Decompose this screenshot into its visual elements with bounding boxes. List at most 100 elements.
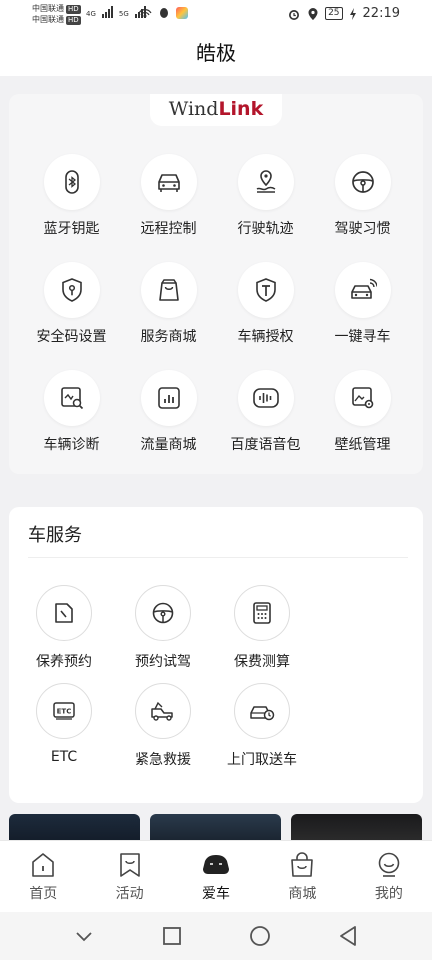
hd-badge: HD xyxy=(66,5,81,14)
service-label: 紧急救援 xyxy=(135,752,191,768)
tab-profile[interactable]: 我的 xyxy=(346,841,432,912)
feature-data-mall[interactable]: 流量商城 xyxy=(120,370,217,454)
nav-home-button[interactable] xyxy=(244,920,276,952)
feature-security-code[interactable]: 安全码设置 xyxy=(23,262,120,346)
authorization-shield-icon xyxy=(237,262,294,318)
wallpaper-settings-icon xyxy=(334,370,391,426)
windlink-logo: WindLink xyxy=(150,94,282,126)
network-type: 5G xyxy=(118,10,129,18)
feature-card: WindLink 蓝牙钥匙 远程控制 行驶轨迹 驾驶习惯 安全码设置 服务商城 … xyxy=(9,94,423,474)
signal-icon xyxy=(101,6,113,18)
nav-back-button[interactable] xyxy=(332,920,364,952)
network-type: 4G xyxy=(86,10,96,18)
feature-label: 车辆诊断 xyxy=(43,437,100,453)
system-navigation-bar xyxy=(0,912,432,960)
hotspot-icon xyxy=(138,9,152,18)
feature-label: 百度语音包 xyxy=(230,437,301,453)
car-pickup-icon xyxy=(234,683,290,739)
carrier-info: 中国联通 HD 中国联通 HD xyxy=(32,3,81,25)
service-label: 上门取送车 xyxy=(227,752,297,768)
data-chart-icon xyxy=(140,370,197,426)
clock: 22:19 xyxy=(362,6,400,21)
divider xyxy=(28,557,408,558)
square-icon xyxy=(163,927,181,945)
feature-driving-track[interactable]: 行驶轨迹 xyxy=(217,154,314,238)
chevron-down-icon xyxy=(76,932,92,942)
shopping-bag-icon xyxy=(140,262,197,318)
service-label: 保费测算 xyxy=(234,654,290,670)
feature-vehicle-diagnosis[interactable]: 车辆诊断 xyxy=(23,370,120,454)
nav-collapse-button[interactable] xyxy=(68,920,100,952)
status-bar: 中国联通 HD 中国联通 HD 4G 5G 25 22:19 xyxy=(0,0,432,30)
tab-home[interactable]: 首页 xyxy=(0,841,86,912)
notification-icons xyxy=(138,7,188,19)
calculator-icon xyxy=(234,585,290,641)
page-title: 皓极 xyxy=(196,41,236,65)
feature-label: 一键寻车 xyxy=(334,329,391,345)
my-car-icon xyxy=(203,855,230,874)
shield-lock-icon xyxy=(43,262,100,318)
feature-wallpaper[interactable]: 壁纸管理 xyxy=(314,370,411,454)
steering-wheel-icon xyxy=(135,585,191,641)
alarm-icon xyxy=(289,9,300,20)
status-right: 25 22:19 xyxy=(287,6,400,21)
feature-vehicle-authorization[interactable]: 车辆授权 xyxy=(217,262,314,346)
tab-activity[interactable]: 活动 xyxy=(86,841,172,912)
route-pin-icon xyxy=(237,154,294,210)
find-car-icon xyxy=(334,262,391,318)
activity-bookmark-icon xyxy=(119,853,140,877)
service-insurance-calc[interactable]: 保费测算 xyxy=(226,585,298,671)
feature-label: 安全码设置 xyxy=(36,329,107,345)
carrier-1: 中国联通 xyxy=(32,4,64,13)
service-etc[interactable]: ETC ETC xyxy=(28,683,100,769)
feature-label: 服务商城 xyxy=(140,329,197,345)
feature-label: 流量商城 xyxy=(140,437,197,453)
feature-remote-control[interactable]: 远程控制 xyxy=(120,154,217,238)
steering-wheel-icon xyxy=(334,154,391,210)
bottom-tab-bar: 首页 活动 爱车 商城 我的 xyxy=(0,840,432,912)
feature-label: 车辆授权 xyxy=(237,329,294,345)
charging-icon xyxy=(349,7,356,20)
carrier-2: 中国联通 xyxy=(32,15,64,24)
service-label: 保养预约 xyxy=(36,654,92,670)
tab-shop[interactable]: 商城 xyxy=(259,841,345,912)
feature-label: 远程控制 xyxy=(140,221,197,237)
service-label: ETC xyxy=(50,749,78,765)
signal-indicators: 4G 5G xyxy=(86,6,146,18)
feature-label: 壁纸管理 xyxy=(334,437,391,453)
car-front-icon xyxy=(140,154,197,210)
etc-icon: ETC xyxy=(36,683,92,739)
section-title: 车服务 xyxy=(28,525,82,546)
qq-icon xyxy=(160,8,168,18)
car-service-card: 车服务 保养预约 预约试驾 保费测算 ETC ETC 紧急救援 上门取送车 xyxy=(9,507,423,803)
tab-label: 我的 xyxy=(374,886,403,902)
nav-recents-button[interactable] xyxy=(156,920,188,952)
logo-text-link: Link xyxy=(218,98,264,120)
profile-icon xyxy=(378,852,400,877)
feature-label: 蓝牙钥匙 xyxy=(43,221,100,237)
page-header: 皓极 xyxy=(0,30,432,76)
tab-label: 爱车 xyxy=(202,886,231,902)
tow-truck-icon xyxy=(135,683,191,739)
feature-voice-package[interactable]: 百度语音包 xyxy=(217,370,314,454)
feature-bluetooth-key[interactable]: 蓝牙钥匙 xyxy=(23,154,120,238)
tab-my-car[interactable]: 爱车 xyxy=(173,841,259,912)
feature-driving-habit[interactable]: 驾驶习惯 xyxy=(314,154,411,238)
service-test-drive[interactable]: 预约试驾 xyxy=(127,585,199,671)
app-notification-icon xyxy=(176,7,188,19)
tab-label: 活动 xyxy=(115,886,144,902)
feature-find-car[interactable]: 一键寻车 xyxy=(314,262,411,346)
service-car-pickup[interactable]: 上门取送车 xyxy=(226,683,298,769)
feature-label: 驾驶习惯 xyxy=(334,221,391,237)
location-icon xyxy=(308,7,318,20)
maintenance-icon xyxy=(36,585,92,641)
diagnosis-icon xyxy=(43,370,100,426)
back-triangle-icon xyxy=(340,926,356,946)
service-maintenance[interactable]: 保养预约 xyxy=(28,585,100,671)
service-emergency-rescue[interactable]: 紧急救援 xyxy=(127,683,199,769)
logo-text-wind: Wind xyxy=(168,98,219,120)
circle-icon xyxy=(250,926,270,946)
tab-label: 首页 xyxy=(29,886,58,902)
tab-label: 商城 xyxy=(288,886,317,902)
feature-service-mall[interactable]: 服务商城 xyxy=(120,262,217,346)
